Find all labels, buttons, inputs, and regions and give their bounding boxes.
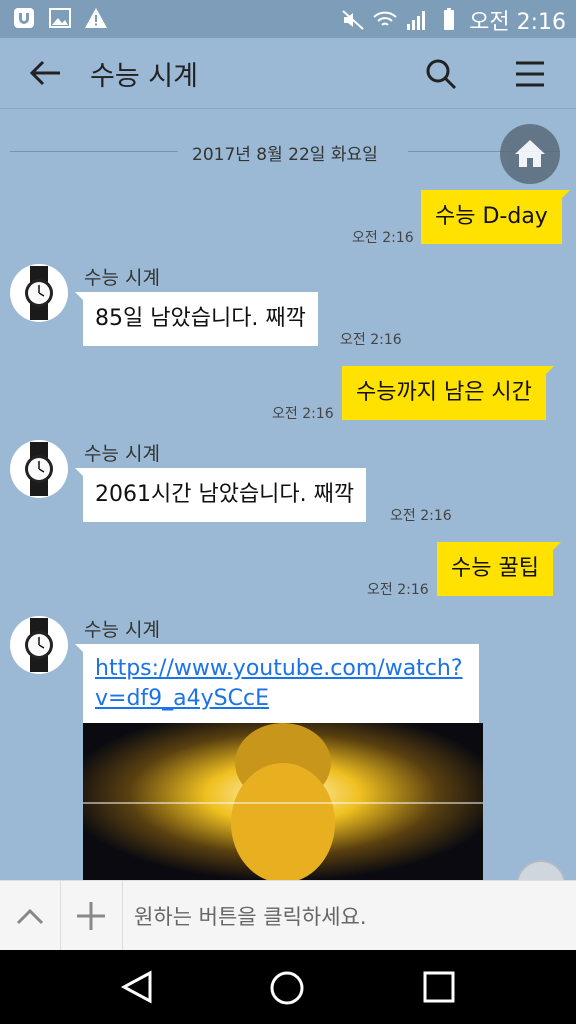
home-icon <box>515 140 545 167</box>
youtube-link[interactable]: https://www.youtube.com/watch?v=df9_a4yS… <box>95 656 463 711</box>
chevron-up-icon <box>16 908 44 925</box>
wifi-icon <box>373 11 397 26</box>
status-bar: 오전 2:16 <box>0 0 576 38</box>
back-nav-icon[interactable] <box>120 970 154 1004</box>
divider <box>10 151 178 152</box>
thumbnail-image <box>83 723 483 881</box>
message-time: 오전 2:16 <box>367 582 429 598</box>
battery-icon <box>444 8 455 30</box>
avatar[interactable] <box>10 264 68 322</box>
my-message-bubble[interactable]: 수능 꿀팁 <box>437 542 561 596</box>
menu-icon[interactable] <box>514 60 546 88</box>
app-icon <box>14 8 34 28</box>
status-time: 오전 2:16 <box>469 10 566 35</box>
bot-message-bubble[interactable]: 2061시간 남았습니다. 째깍 <box>74 468 367 522</box>
image-icon <box>49 8 71 28</box>
signal-icon <box>407 11 426 30</box>
recents-nav-icon[interactable] <box>422 970 456 1004</box>
sender-name: 수능 시계 <box>84 267 160 289</box>
my-message-bubble[interactable]: 수능까지 남은 시간 <box>342 366 554 420</box>
date-separator: 2017년 8월 22일 화요일 <box>10 138 560 166</box>
app-bar: 수능 시계 <box>0 38 576 109</box>
date-label: 2017년 8월 22일 화요일 <box>192 145 378 165</box>
message-time: 오전 2:16 <box>352 230 414 246</box>
collapse-button[interactable] <box>0 881 61 951</box>
search-icon[interactable] <box>424 57 458 91</box>
plus-icon <box>77 902 105 930</box>
back-arrow-icon[interactable] <box>28 58 62 88</box>
home-nav-icon[interactable] <box>269 970 305 1006</box>
link-message-bubble: https://www.youtube.com/watch?v=df9_a4yS… <box>75 644 479 724</box>
mute-icon <box>342 10 364 30</box>
avatar[interactable] <box>10 616 68 674</box>
bot-message-bubble[interactable]: 85일 남았습니다. 째깍 <box>75 292 318 346</box>
watch-icon <box>25 618 53 672</box>
watch-icon <box>25 266 53 320</box>
video-thumbnail[interactable] <box>83 723 483 881</box>
navigation-bar <box>0 950 576 1024</box>
my-message-bubble[interactable]: 수능 D-day <box>421 190 570 244</box>
message-time: 오전 2:16 <box>272 406 334 422</box>
add-button[interactable] <box>60 881 123 951</box>
avatar[interactable] <box>10 440 68 498</box>
input-bar: 원하는 버튼을 클릭하세요. <box>0 880 576 951</box>
sender-name: 수능 시계 <box>84 443 160 465</box>
message-time: 오전 2:16 <box>390 508 452 524</box>
message-time: 오전 2:16 <box>340 332 402 348</box>
sender-name: 수능 시계 <box>84 619 160 641</box>
warning-icon <box>85 8 107 28</box>
input-placeholder[interactable]: 원하는 버튼을 클릭하세요. <box>134 901 367 931</box>
chat-title: 수능 시계 <box>90 61 198 92</box>
watch-icon <box>25 442 53 496</box>
home-button[interactable] <box>500 124 560 184</box>
